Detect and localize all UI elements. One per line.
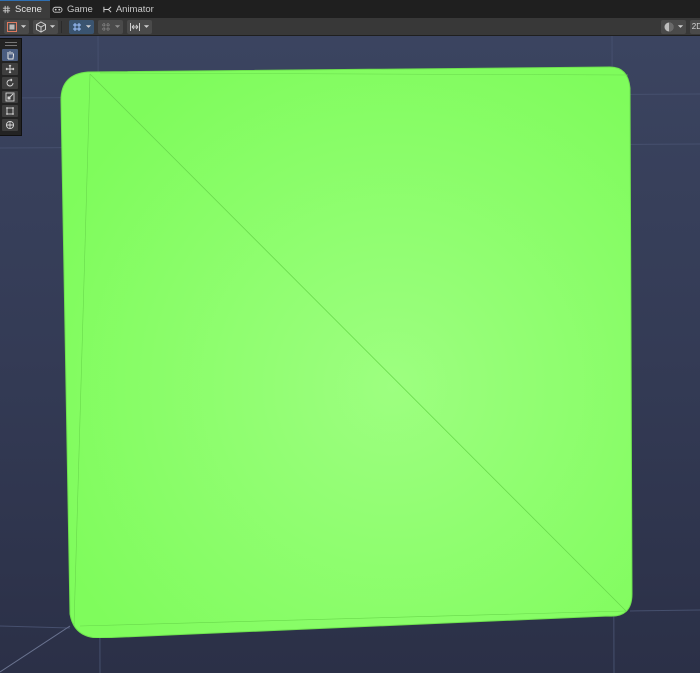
chevron-down-icon [677, 25, 683, 28]
grid-icon [2, 5, 11, 14]
gizmo-cube-dropdown[interactable] [33, 19, 58, 34]
transform-tool-button[interactable] [2, 119, 18, 131]
tab-animator[interactable]: Animator [101, 0, 162, 18]
scene-viewport[interactable] [0, 36, 700, 673]
cube-icon [36, 20, 46, 33]
rotate-icon [6, 78, 14, 87]
draw-mode-dropdown[interactable] [4, 19, 29, 34]
increment-snap-dropdown[interactable] [127, 19, 152, 34]
tab-game-label: Game [66, 3, 93, 15]
transform-icon [5, 120, 15, 130]
chevron-down-icon [114, 25, 121, 28]
sphere-icon [664, 22, 674, 31]
lighting-dropdown[interactable] [660, 19, 686, 34]
rect-tool-button[interactable] [2, 105, 18, 117]
panel-grip[interactable] [5, 42, 17, 46]
tools-overlay [0, 38, 22, 136]
chevron-down-icon [20, 25, 27, 28]
tab-game[interactable]: Game [50, 0, 101, 18]
move-tool-button[interactable] [2, 63, 18, 75]
tab-scene[interactable]: Scene [0, 0, 50, 18]
green-square-object[interactable] [60, 66, 634, 638]
2d-toggle-button[interactable]: 2D [689, 19, 700, 34]
move-arrows-icon [5, 64, 15, 74]
tab-animator-label: Animator [115, 3, 154, 15]
2d-toggle-label: 2D [691, 22, 700, 31]
chevron-down-icon [143, 25, 150, 28]
scale-icon [5, 92, 15, 102]
window-tab-bar: Scene Game Animator [0, 0, 700, 19]
grid-snap-dropdown[interactable] [98, 19, 123, 34]
tab-scene-label: Scene [15, 4, 42, 15]
snap-increment-icon [130, 22, 140, 31]
rect-icon [6, 107, 14, 115]
scale-tool-button[interactable] [2, 91, 18, 103]
shaded-mode-icon [7, 21, 17, 32]
scene-toolbar: 2D [0, 18, 700, 36]
hand-icon [7, 51, 14, 60]
rotate-tool-button[interactable] [2, 77, 18, 89]
toolbar-divider [61, 20, 62, 33]
chevron-down-icon [85, 25, 92, 28]
animator-icon [103, 5, 112, 13]
chevron-down-icon [49, 25, 56, 28]
snap-grid-icon [102, 22, 110, 31]
gamepad-icon [52, 6, 63, 13]
view-tool-button[interactable] [2, 49, 18, 61]
pivot-mode-dropdown[interactable] [69, 19, 94, 34]
pivot-grid-icon [73, 22, 81, 31]
